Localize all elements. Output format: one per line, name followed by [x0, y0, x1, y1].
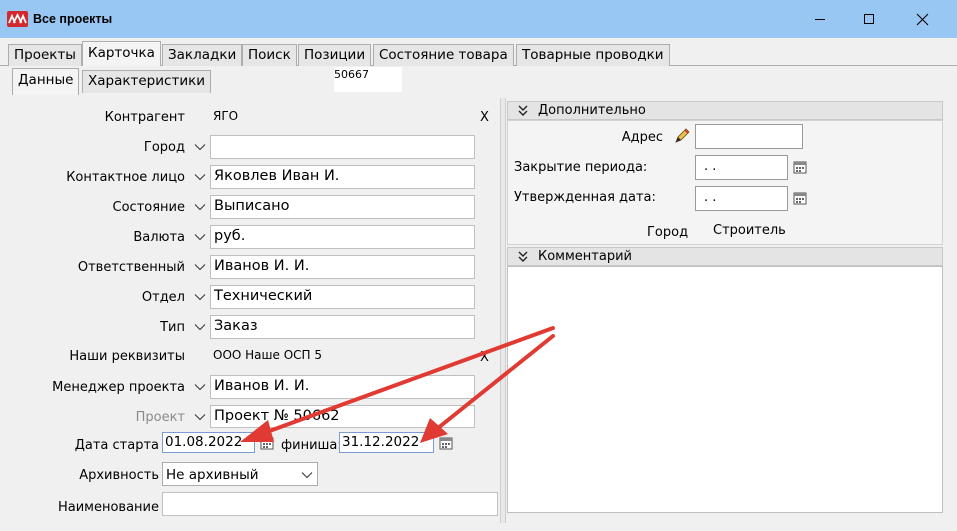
- close-button[interactable]: [899, 0, 945, 38]
- extra-panel-title: Дополнительно: [538, 103, 646, 118]
- counterparty-clear-button[interactable]: X: [480, 110, 489, 125]
- finish-date-field[interactable]: 31.12.2022: [339, 432, 434, 453]
- responsible-dropdown-chevron-icon[interactable]: [191, 256, 209, 278]
- currency-dropdown-chevron-icon[interactable]: [191, 226, 209, 248]
- name-field[interactable]: [162, 492, 498, 516]
- approved-date-label: Утвержденная дата:: [514, 190, 656, 205]
- comment-panel-title: Комментарий: [538, 249, 632, 264]
- minimize-button[interactable]: [797, 0, 843, 38]
- project-dropdown-chevron-icon[interactable]: [191, 406, 209, 428]
- builder-caption: Строитель: [713, 223, 786, 238]
- contact-field[interactable]: Яковлев Иван И.: [210, 165, 475, 189]
- subtab-data[interactable]: Данные: [12, 68, 80, 95]
- counterparty-label: Контрагент: [104, 110, 185, 125]
- type-dropdown-chevron-icon[interactable]: [191, 316, 209, 338]
- approved-date-calendar-icon[interactable]: [793, 191, 807, 209]
- state-label: Состояние: [112, 200, 185, 215]
- project-number: 50667: [334, 67, 402, 92]
- type-field[interactable]: Заказ: [210, 315, 475, 339]
- address-label: Адрес: [621, 130, 663, 145]
- archive-select-value: Не архивный: [166, 467, 259, 483]
- city-caption: Город: [647, 225, 689, 240]
- tab-bookmarks[interactable]: Закладки: [162, 44, 243, 66]
- extra-panel-header[interactable]: Дополнительно: [507, 101, 943, 120]
- archive-label: Архивность: [79, 468, 159, 483]
- department-label: Отдел: [141, 290, 185, 305]
- address-field[interactable]: [695, 124, 803, 149]
- finish-date-label: финиша:: [281, 438, 342, 453]
- window-title: Все проекты: [33, 12, 113, 26]
- period-close-calendar-icon[interactable]: [793, 160, 807, 178]
- collapse-chevrons-icon: [518, 105, 528, 116]
- start-date-field[interactable]: 01.08.2022: [162, 432, 255, 453]
- contact-label: Контактное лицо: [66, 170, 185, 185]
- period-close-label: Закрытие периода:: [514, 160, 648, 175]
- manager-dropdown-chevron-icon[interactable]: [191, 376, 209, 398]
- tab-search[interactable]: Поиск: [242, 44, 297, 66]
- edit-pencil-icon[interactable]: [673, 127, 691, 149]
- requisites-clear-button[interactable]: X: [480, 350, 489, 365]
- city-field[interactable]: [210, 135, 475, 159]
- comment-panel-header[interactable]: Комментарий: [507, 247, 943, 266]
- start-date-label: Дата старта: [74, 438, 159, 453]
- chevron-down-icon: [301, 472, 313, 479]
- start-date-calendar-icon[interactable]: [260, 436, 274, 454]
- state-dropdown-chevron-icon[interactable]: [191, 196, 209, 218]
- state-field[interactable]: Выписано: [210, 195, 475, 219]
- counterparty-value[interactable]: ЯГО: [213, 109, 238, 123]
- manager-field[interactable]: Иванов И. И.: [210, 375, 475, 399]
- requisites-label: Наши реквизиты: [69, 349, 185, 364]
- currency-label: Валюта: [133, 230, 185, 245]
- tab-goods-postings[interactable]: Товарные проводки: [516, 44, 670, 66]
- department-field[interactable]: Технический: [210, 285, 475, 309]
- manager-label: Менеджер проекта: [52, 380, 185, 395]
- department-dropdown-chevron-icon[interactable]: [191, 286, 209, 308]
- city-label: Город: [143, 140, 185, 155]
- tab-projects[interactable]: Проекты: [8, 44, 82, 66]
- period-close-field[interactable]: . .: [695, 155, 788, 180]
- city-dropdown-chevron-icon[interactable]: [191, 136, 209, 158]
- tab-positions[interactable]: Позиции: [298, 44, 372, 66]
- vertical-splitter[interactable]: [500, 98, 506, 523]
- archive-select[interactable]: Не архивный: [162, 462, 318, 486]
- collapse-chevrons-icon: [518, 251, 528, 262]
- tab-goods-state[interactable]: Состояние товара: [373, 44, 514, 66]
- project-label: Проект: [135, 410, 185, 425]
- subtab-characteristics[interactable]: Характеристики: [82, 70, 212, 93]
- app-logo-icon: [7, 11, 28, 27]
- maximize-button[interactable]: [846, 0, 892, 38]
- comment-textarea[interactable]: [507, 266, 943, 513]
- approved-date-field[interactable]: . .: [695, 186, 788, 211]
- requisites-value[interactable]: ООО Наше ОСП 5: [213, 348, 322, 362]
- finish-date-calendar-icon[interactable]: [439, 436, 453, 454]
- currency-field[interactable]: руб.: [210, 225, 475, 249]
- tab-card[interactable]: Карточка: [82, 41, 161, 66]
- responsible-field[interactable]: Иванов И. И.: [210, 255, 475, 279]
- name-label: Наименование: [57, 500, 159, 515]
- type-label: Тип: [160, 320, 185, 335]
- project-field[interactable]: Проект № 50662: [210, 405, 475, 428]
- responsible-label: Ответственный: [77, 260, 185, 275]
- contact-dropdown-chevron-icon[interactable]: [191, 166, 209, 188]
